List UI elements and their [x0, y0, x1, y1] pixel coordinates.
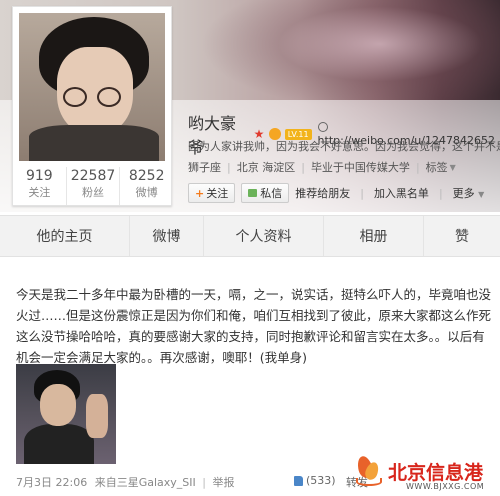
watermark-logo-icon — [354, 454, 384, 488]
tab-album[interactable]: 相册 — [324, 216, 424, 256]
tab-home[interactable]: 他的主页 — [0, 216, 130, 256]
blacklist-link[interactable]: 加入黑名单 — [374, 185, 429, 201]
like-button[interactable]: (533) — [294, 474, 336, 487]
tab-weibo[interactable]: 微博 — [130, 216, 204, 256]
stat-followers-count: 22587 — [70, 168, 116, 184]
action-divider: | — [438, 186, 443, 200]
watermark-title: 北京信息港 — [388, 462, 484, 484]
follow-button-label: 关注 — [206, 187, 229, 200]
message-button[interactable]: 私信 — [241, 183, 290, 203]
post-photo[interactable] — [16, 364, 116, 464]
plus-icon: + — [195, 186, 205, 200]
tags-dropdown[interactable]: 标签 — [426, 159, 448, 175]
chevron-down-icon[interactable]: ▼ — [450, 163, 456, 172]
thumb-up-icon — [294, 475, 303, 486]
stat-posts[interactable]: 8252 微博 — [120, 167, 173, 205]
like-count: (533) — [306, 474, 336, 487]
tag-zodiac[interactable]: 狮子座 — [188, 159, 221, 175]
stat-following-label: 关注 — [28, 186, 51, 199]
avatar[interactable] — [19, 13, 165, 161]
action-divider: | — [360, 186, 364, 200]
profile-stats: 919 关注 22587 粉丝 8252 微博 — [13, 167, 173, 205]
report-link[interactable]: 举报 — [212, 476, 234, 489]
follow-button[interactable]: + 关注 — [188, 183, 236, 203]
stat-following[interactable]: 919 关注 — [13, 167, 67, 205]
message-icon — [248, 189, 258, 197]
stat-posts-label: 微博 — [135, 186, 158, 199]
watermark: 北京信息港 WWW.BJXXG.COM — [354, 452, 500, 496]
more-dropdown[interactable]: 更多 ▼ — [453, 185, 485, 201]
watermark-url: WWW.BJXXG.COM — [406, 482, 485, 491]
tab-profile[interactable]: 个人资料 — [204, 216, 324, 256]
more-label: 更多 — [452, 187, 475, 200]
link-icon — [317, 122, 328, 132]
stat-followers-label: 粉丝 — [82, 186, 104, 199]
stat-followers[interactable]: 22587 粉丝 — [67, 167, 121, 205]
recommend-link[interactable]: 推荐给朋友 — [295, 185, 350, 201]
tag-divider: | — [227, 160, 231, 174]
post-meta: 7月3日 22:06 来自三星Galaxy_SII | 举报 — [16, 474, 234, 490]
profile-tags: 狮子座 | 北京 海淀区 | 毕业于中国传媒大学 | 标签 ▼ — [188, 159, 456, 175]
post-source[interactable]: 来自三星Galaxy_SII — [95, 476, 196, 489]
tag-divider: | — [301, 160, 305, 174]
profile-tabs: 他的主页 微博 个人资料 相册 赞 — [0, 215, 500, 257]
stat-posts-count: 8252 — [128, 168, 165, 184]
tag-location[interactable]: 北京 海淀区 — [237, 159, 296, 175]
avatar-card: 919 关注 22587 粉丝 8252 微博 — [12, 6, 172, 206]
message-button-label: 私信 — [260, 187, 283, 200]
profile-bio: 因为人家讲我帅，因为我会不好意思。因为我会觉得，这个并不是拿我努力 — [188, 140, 500, 153]
meta-divider: | — [202, 476, 206, 489]
profile-actions: + 关注 私信 推荐给朋友 | 加入黑名单 | 更多 ▼ — [188, 183, 494, 203]
tab-likes[interactable]: 赞 — [424, 216, 500, 256]
post-text: 今天是我二十多年中最为卧槽的一天，嗝，之一，说实话，挺特么吓人的，毕竟咱也没火过… — [16, 287, 492, 365]
tag-school[interactable]: 毕业于中国传媒大学 — [311, 159, 410, 175]
chevron-down-icon: ▼ — [478, 190, 485, 199]
tag-divider: | — [415, 160, 420, 174]
post-date[interactable]: 7月3日 22:06 — [16, 476, 87, 489]
stat-following-count: 919 — [25, 168, 53, 184]
